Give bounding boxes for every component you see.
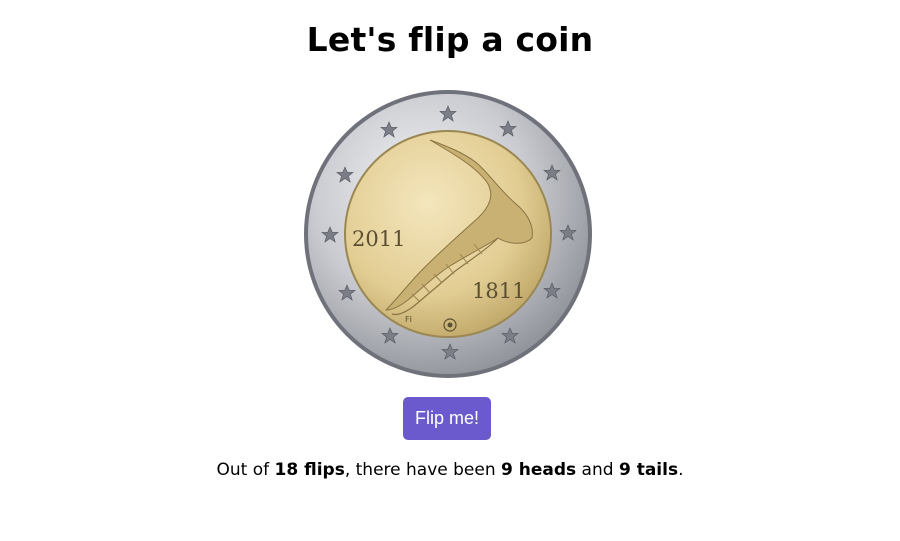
summary-middle-1: , there have been [344,460,502,480]
flip-button[interactable]: Flip me! [403,397,491,440]
coin-year-right: 1811 [472,279,525,303]
coin-mint-mark: FI [405,315,412,324]
summary-suffix: . [678,460,684,480]
summary-middle-2: and [576,460,619,480]
coin-image: 2011 1811 FI [302,88,594,380]
flips-count: 18 flips [274,460,345,480]
heads-count: 9 heads [501,460,577,480]
summary-prefix: Out of [216,460,275,480]
tails-count: 9 tails [618,460,679,480]
coin-year-left: 2011 [352,227,405,251]
flip-summary: Out of 18 flips, there have been 9 heads… [0,460,900,480]
page-title: Let's flip a coin [306,20,594,59]
